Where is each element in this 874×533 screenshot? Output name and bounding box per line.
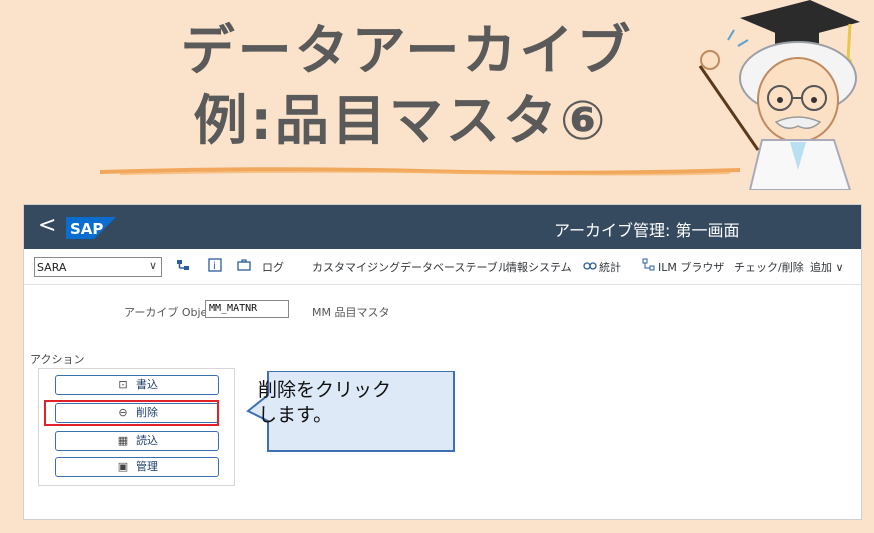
professor-illustration [698, 0, 860, 190]
back-button[interactable]: < [38, 213, 56, 238]
brush-underline [100, 167, 740, 176]
manage-icon: ▣ [117, 460, 129, 473]
sap-logo-text: SAP [70, 220, 103, 238]
archive-object-field[interactable]: MM_MATNR [205, 300, 289, 318]
write-button-label: 書込 [136, 378, 158, 391]
tcode-field[interactable]: ∨ [34, 257, 162, 277]
tcode-dropdown-icon[interactable]: ∨ [149, 259, 157, 272]
read-button[interactable]: ▦ 読込 [55, 431, 219, 451]
ilm-tree-icon[interactable] [642, 258, 656, 272]
page-title: アーカイブ管理: 第一画面 [554, 221, 740, 240]
svg-text:i: i [213, 261, 216, 272]
archive-object-label: アーカイブ Object [124, 306, 218, 319]
read-icon: ▦ [117, 434, 129, 447]
toolbar-check-delete[interactable]: チェック/削除 [734, 259, 804, 275]
actions-label: アクション [30, 353, 85, 366]
info-icon[interactable]: i [208, 258, 222, 272]
toolbar-db-tables[interactable]: データベーステーブル [400, 259, 509, 275]
banner: データアーカイブ 例:品目マスタ⑥ [0, 0, 874, 190]
toolbar: ∨ i ログ カスタマイジング データベーステーブル 情報システム 統計 ILM… [24, 249, 861, 285]
manage-button-label: 管理 [136, 460, 158, 473]
toolbar-customize[interactable]: カスタマイジング [312, 259, 400, 275]
callout-text: 削除をクリック します。 [258, 378, 454, 428]
read-button-label: 読込 [136, 434, 158, 447]
sap-logo: SAP [66, 217, 116, 239]
actions-group: ⊡ 書込 ⊖ 削除 ▦ 読込 ▣ 管理 [38, 368, 235, 486]
toolbar-log[interactable]: ログ [262, 259, 284, 275]
delete-highlight-box [44, 400, 219, 426]
hierarchy-icon[interactable] [176, 258, 190, 272]
glasses-icon[interactable] [583, 258, 597, 272]
toolbar-statistics[interactable]: 統計 [599, 259, 621, 275]
toolbar-info-system[interactable]: 情報システム [506, 259, 572, 275]
sap-window: < SAP アーカイブ管理: 第一画面 ∨ i ログ カスタマイジング データベ… [23, 204, 862, 520]
callout-line2: します。 [258, 404, 333, 426]
write-icon: ⊡ [118, 378, 128, 391]
briefcase-icon[interactable] [237, 258, 251, 272]
toolbar-more[interactable]: 追加 ∨ [810, 259, 844, 275]
manage-button[interactable]: ▣ 管理 [55, 457, 219, 477]
callout-line1: 削除をクリック [258, 379, 392, 401]
write-button[interactable]: ⊡ 書込 [55, 375, 219, 395]
shell-bar: < SAP アーカイブ管理: 第一画面 [24, 205, 861, 249]
toolbar-ilm-browser[interactable]: ILM ブラウザ [658, 259, 724, 275]
tcode-input[interactable] [37, 259, 141, 275]
archive-object-description: MM 品目マスタ [312, 306, 390, 319]
